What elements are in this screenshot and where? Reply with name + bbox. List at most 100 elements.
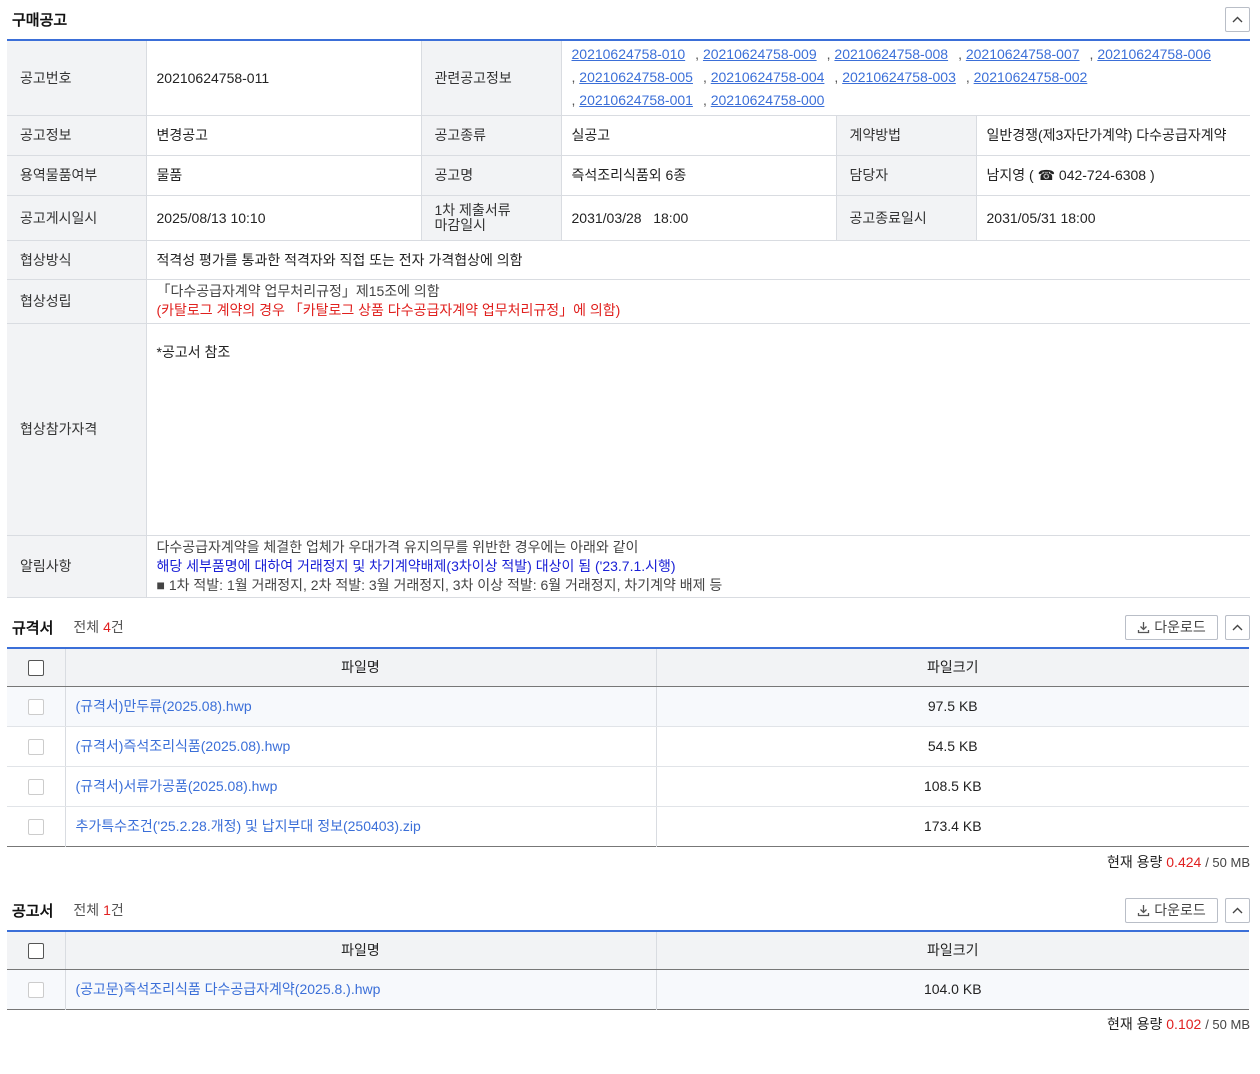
col-filename: 파일명 bbox=[64, 931, 656, 970]
qualification-label: 협상참가자격 bbox=[7, 323, 146, 536]
file-link[interactable]: 추가특수조건('25.2.28.개정) 및 납지부대 정보(250403).zi… bbox=[64, 806, 656, 846]
col-filename: 파일명 bbox=[64, 648, 656, 687]
table-row: (규격서)즉석조리식품(2025.08).hwp 54.5 KB bbox=[7, 726, 1249, 767]
file-size: 104.0 KB bbox=[655, 969, 1249, 1009]
file-size: 173.4 KB bbox=[655, 806, 1249, 846]
count-suffix: 건 bbox=[110, 619, 124, 635]
service-goods-value: 물품 bbox=[145, 155, 421, 196]
related-link[interactable]: 20210624758-007 bbox=[966, 46, 1080, 62]
chevron-up-icon bbox=[1232, 624, 1243, 630]
notice-info-value: 변경공고 bbox=[145, 115, 421, 156]
page-title: 구매공고 bbox=[12, 11, 68, 29]
count-number: 1 bbox=[103, 902, 111, 918]
row-checkbox[interactable] bbox=[27, 698, 44, 715]
chevron-up-icon bbox=[1232, 16, 1243, 22]
negotiation-conclusion-label: 협상성립 bbox=[7, 279, 146, 324]
notice-name-label: 공고명 bbox=[420, 155, 561, 196]
spec-title: 규격서 bbox=[12, 619, 54, 637]
capacity-used: 0.102 bbox=[1166, 1016, 1202, 1032]
announce-capacity: 현재 용량 0.102 / 50 MB bbox=[1107, 1014, 1250, 1034]
related-link[interactable]: 20210624758-005 bbox=[579, 69, 693, 85]
file-link[interactable]: (규격서)만두류(2025.08).hwp bbox=[64, 686, 656, 727]
related-notice-links: 20210624758-010, 20210624758-009, 202106… bbox=[560, 40, 1250, 116]
negotiation-conclusion-value: 「다수공급자계약 업무처리규정」제15조에 의함 (카탈로그 계약의 경우 「카… bbox=[145, 279, 1250, 324]
capacity-total: / 50 MB bbox=[1205, 855, 1250, 870]
spec-collapse-button[interactable] bbox=[1225, 614, 1250, 640]
table-row: (공고문)즉석조리식품 다수공급자계약(2025.8.).hwp 104.0 K… bbox=[7, 969, 1249, 1009]
download-icon bbox=[1138, 904, 1150, 916]
related-link[interactable]: 20210624758-000 bbox=[711, 92, 825, 108]
select-all-cell bbox=[7, 648, 65, 687]
row-checkbox[interactable] bbox=[27, 738, 44, 755]
col-filesize: 파일크기 bbox=[655, 931, 1249, 970]
related-link[interactable]: 20210624758-008 bbox=[834, 46, 948, 62]
announce-collapse-button[interactable] bbox=[1225, 897, 1250, 923]
first-deadline-label-line2: 마감일시 bbox=[434, 216, 487, 233]
announce-title: 공고서 bbox=[12, 902, 54, 920]
capacity-label: 현재 용량 bbox=[1106, 1016, 1163, 1032]
related-link[interactable]: 20210624758-002 bbox=[974, 69, 1088, 85]
related-link[interactable]: 20210624758-004 bbox=[711, 69, 825, 85]
table-row: (규격서)만두류(2025.08).hwp 97.5 KB bbox=[7, 686, 1249, 727]
select-all-checkbox[interactable] bbox=[27, 942, 44, 959]
posted-value: 2025/08/13 10:10 bbox=[145, 195, 421, 241]
related-link[interactable]: 20210624758-001 bbox=[579, 92, 693, 108]
count-suffix: 건 bbox=[110, 902, 124, 918]
file-size: 54.5 KB bbox=[655, 726, 1249, 767]
capacity-total: / 50 MB bbox=[1205, 1017, 1250, 1032]
spec-count: 전체 4건 bbox=[73, 617, 123, 637]
select-all-cell bbox=[7, 931, 65, 970]
notice-value: 다수공급자계약을 체결한 업체가 우대가격 유지의무를 위반한 경우에는 아래와… bbox=[145, 535, 1250, 598]
capacity-label: 현재 용량 bbox=[1106, 854, 1163, 870]
col-filesize: 파일크기 bbox=[655, 648, 1249, 687]
count-number: 4 bbox=[103, 619, 111, 635]
manager-value: 남지영 ( ☎ 042-724-6308 ) bbox=[975, 155, 1250, 196]
end-value: 2031/05/31 18:00 bbox=[975, 195, 1250, 241]
page-header: 구매공고 bbox=[7, 2, 1250, 36]
file-link[interactable]: (규격서)서류가공품(2025.08).hwp bbox=[64, 766, 656, 807]
announce-count: 전체 1건 bbox=[73, 900, 123, 920]
row-checkbox[interactable] bbox=[27, 818, 44, 835]
file-link[interactable]: (공고문)즉석조리식품 다수공급자계약(2025.8.).hwp bbox=[64, 969, 656, 1009]
end-label: 공고종료일시 bbox=[835, 195, 976, 241]
related-link[interactable]: 20210624758-010 bbox=[572, 46, 686, 62]
notice-line1: 다수공급자계약을 체결한 업체가 우대가격 유지의무를 위반한 경우에는 아래와… bbox=[156, 538, 639, 555]
conclusion-line2: (카탈로그 계약의 경우 「카탈로그 상품 다수공급자계약 업무처리규정」에 의… bbox=[156, 302, 621, 318]
posted-label: 공고게시일시 bbox=[7, 195, 146, 241]
file-link[interactable]: (규격서)즉석조리식품(2025.08).hwp bbox=[64, 726, 656, 767]
row-checkbox[interactable] bbox=[27, 778, 44, 795]
notice-label: 알림사항 bbox=[7, 535, 146, 598]
related-link[interactable]: 20210624758-009 bbox=[703, 46, 817, 62]
download-icon bbox=[1138, 621, 1150, 633]
table-row: 추가특수조건('25.2.28.개정) 및 납지부대 정보(250403).zi… bbox=[7, 806, 1249, 846]
contract-method-label: 계약방법 bbox=[835, 115, 976, 156]
negotiation-method-label: 협상방식 bbox=[7, 240, 146, 280]
table-row: (규격서)서류가공품(2025.08).hwp 108.5 KB bbox=[7, 766, 1249, 807]
notice-info-label: 공고정보 bbox=[7, 115, 146, 156]
first-deadline-label: 1차 제출서류 마감일시 bbox=[420, 195, 561, 241]
first-deadline-value: 2031/03/28 18:00 bbox=[560, 195, 836, 241]
count-prefix: 전체 bbox=[73, 619, 100, 635]
spec-download-button[interactable]: 다운로드 bbox=[1125, 614, 1218, 640]
service-goods-label: 용역물품여부 bbox=[7, 155, 146, 196]
download-label: 다운로드 bbox=[1154, 902, 1206, 918]
spec-file-table: 파일명 파일크기 (규격서)만두류(2025.08).hwp 97.5 KB (… bbox=[7, 647, 1249, 847]
related-link[interactable]: 20210624758-006 bbox=[1097, 46, 1211, 62]
related-link[interactable]: 20210624758-003 bbox=[842, 69, 956, 85]
spec-capacity: 현재 용량 0.424 / 50 MB bbox=[1107, 852, 1250, 872]
announce-file-table: 파일명 파일크기 (공고문)즉석조리식품 다수공급자계약(2025.8.).hw… bbox=[7, 930, 1249, 1010]
chevron-up-icon bbox=[1232, 907, 1243, 913]
collapse-button[interactable] bbox=[1225, 6, 1250, 32]
notice-line2: 해당 세부품명에 대하여 거래정지 및 차기계약배제(3차이상 적발) 대상이 … bbox=[156, 557, 676, 574]
download-label: 다운로드 bbox=[1154, 619, 1206, 635]
select-all-checkbox[interactable] bbox=[27, 659, 44, 676]
notice-no-label: 공고번호 bbox=[7, 40, 146, 116]
capacity-used: 0.424 bbox=[1166, 854, 1202, 870]
notice-name-value: 즉석조리식품외 6종 bbox=[560, 155, 836, 196]
row-checkbox[interactable] bbox=[27, 981, 44, 998]
announce-download-button[interactable]: 다운로드 bbox=[1125, 897, 1218, 923]
announce-section-header: 공고서 전체 1건 다운로드 bbox=[7, 893, 1250, 927]
file-size: 108.5 KB bbox=[655, 766, 1249, 807]
notice-type-value: 실공고 bbox=[560, 115, 836, 156]
notice-line3: ■ 1차 적발: 1월 거래정지, 2차 적발: 3월 거래정지, 3차 이상 … bbox=[156, 576, 723, 593]
